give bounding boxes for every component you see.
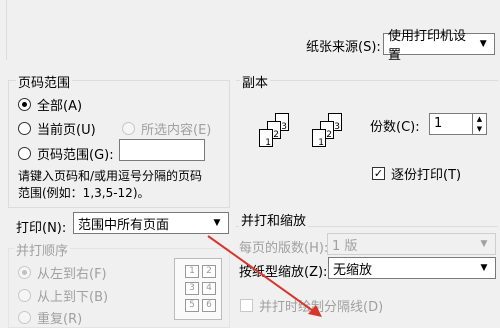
annotation-arrow-icon [207,235,322,317]
